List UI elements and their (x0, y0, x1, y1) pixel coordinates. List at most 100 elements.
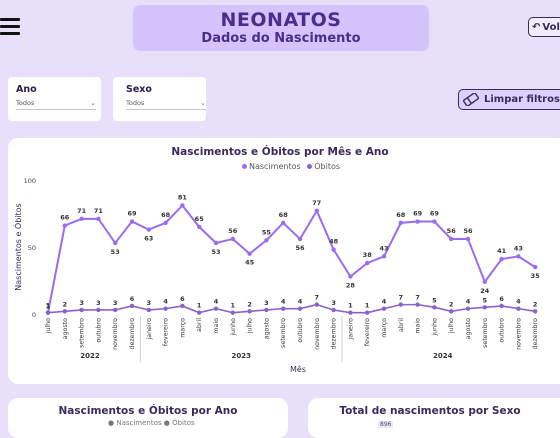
data-point (365, 260, 370, 266)
x-tick-label: agosto (465, 318, 472, 339)
data-label-obitos: 4 (281, 298, 286, 306)
data-point (96, 307, 101, 313)
data-label-obitos: 3 (96, 299, 101, 307)
x-tick-label: outubro (297, 318, 304, 343)
series-line-obitos (47, 303, 536, 314)
x-tick-label: agosto (263, 318, 270, 339)
data-point (180, 303, 185, 309)
x-tick-label: setembro (79, 318, 86, 348)
x-tick-label: abril (196, 318, 203, 332)
sex-chart-card: Total de nascimentos por Sexo 896 (308, 398, 560, 438)
data-label-obitos: 3 (331, 299, 336, 307)
data-point (432, 219, 437, 224)
year-label: 2024 (433, 352, 453, 360)
data-label-obitos: 1 (348, 302, 353, 310)
data-label-nascimentos: 69 (413, 210, 423, 218)
data-point (264, 238, 269, 243)
data-label-obitos: 4 (466, 298, 471, 306)
data-label-obitos: 1 (231, 302, 236, 310)
yearly-chart-title: Nascimentos e Óbitos por Ano (58, 405, 238, 417)
data-point (331, 307, 336, 313)
data-point (264, 307, 269, 313)
data-point (230, 236, 235, 242)
data-label-obitos: 4 (382, 298, 387, 306)
x-tick-label: julho (45, 318, 52, 334)
data-label-obitos: 5 (483, 296, 488, 304)
data-label-obitos: 1 (365, 302, 370, 310)
data-label-obitos: 4 (214, 298, 219, 306)
data-point (314, 208, 319, 214)
data-point (348, 274, 353, 279)
data-point (79, 307, 84, 313)
series-line-nascimentos (47, 203, 536, 313)
data-label-obitos: 3 (79, 299, 84, 307)
data-label-obitos: 2 (533, 300, 538, 308)
data-point (163, 306, 168, 311)
x-tick-label: novembro (112, 318, 119, 350)
data-point (163, 220, 168, 226)
data-point (533, 264, 538, 270)
data-point (180, 203, 185, 208)
data-point (197, 224, 202, 230)
data-point (365, 310, 370, 315)
data-label-obitos: 2 (449, 300, 454, 308)
x-tick-label: julho (247, 318, 254, 334)
data-label-obitos: 1 (197, 302, 202, 310)
data-point (213, 240, 219, 246)
year-label: 2023 (231, 352, 251, 360)
data-point (348, 310, 353, 315)
data-label-obitos: 5 (432, 296, 437, 304)
data-label-nascimentos: 56 (295, 244, 305, 252)
data-point (415, 219, 420, 224)
data-label-obitos: 4 (298, 298, 303, 306)
data-point (314, 302, 319, 307)
x-tick-label: fevereiro (364, 318, 371, 346)
data-point (533, 309, 538, 314)
data-label-nascimentos: 38 (363, 251, 373, 259)
data-point (331, 247, 336, 252)
data-label-obitos: 3 (113, 299, 118, 307)
x-tick-label: setembro (482, 318, 489, 348)
x-tick-label: junho (431, 318, 438, 337)
data-point (96, 216, 101, 222)
x-tick-label: setembro (280, 318, 287, 348)
data-label-nascimentos: 53 (211, 248, 220, 256)
x-tick-label: maio (213, 318, 220, 334)
x-axis-label: Mês (290, 364, 306, 374)
data-point (247, 309, 252, 314)
yearly-chart-card: Nascimentos e Óbitos por Ano ● Nasciment… (8, 398, 288, 438)
x-tick-label: dezembro (331, 318, 338, 350)
data-label-nascimentos: 56 (447, 227, 457, 235)
data-label-nascimentos: 43 (379, 244, 388, 252)
data-point (381, 306, 387, 311)
y-tick-label: 0 (32, 311, 36, 319)
data-label-obitos: 7 (315, 294, 320, 302)
data-point (213, 306, 219, 311)
data-point (197, 310, 202, 315)
data-label-nascimentos: 77 (312, 199, 321, 207)
data-label-nascimentos: 41 (497, 247, 507, 255)
data-label-nascimentos: 43 (514, 244, 523, 252)
sex-chart-title: Total de nascimentos por Sexo (339, 405, 521, 417)
x-tick-label: outubro (95, 318, 102, 343)
x-tick-label: julho (448, 318, 455, 334)
data-label-obitos: 6 (180, 295, 185, 303)
data-label-nascimentos: 45 (245, 259, 255, 267)
data-label-nascimentos: 53 (111, 248, 120, 256)
data-label-obitos: 7 (415, 294, 420, 302)
data-label-nascimentos: 28 (346, 281, 356, 289)
data-point (449, 309, 454, 314)
data-point (146, 227, 151, 232)
line-chart: 050100Nascimentos e Óbitos16671 715369636… (12, 177, 540, 374)
data-label-obitos: 4 (163, 298, 168, 306)
data-point (281, 306, 286, 311)
data-point (499, 256, 504, 262)
x-tick-label: dezembro (532, 318, 539, 350)
data-point (297, 236, 303, 242)
data-point (516, 306, 521, 311)
x-tick-label: março (381, 318, 388, 338)
data-point (449, 236, 454, 242)
year-label: 2022 (80, 352, 100, 360)
data-point (482, 305, 487, 310)
data-label-obitos: 2 (247, 300, 252, 308)
